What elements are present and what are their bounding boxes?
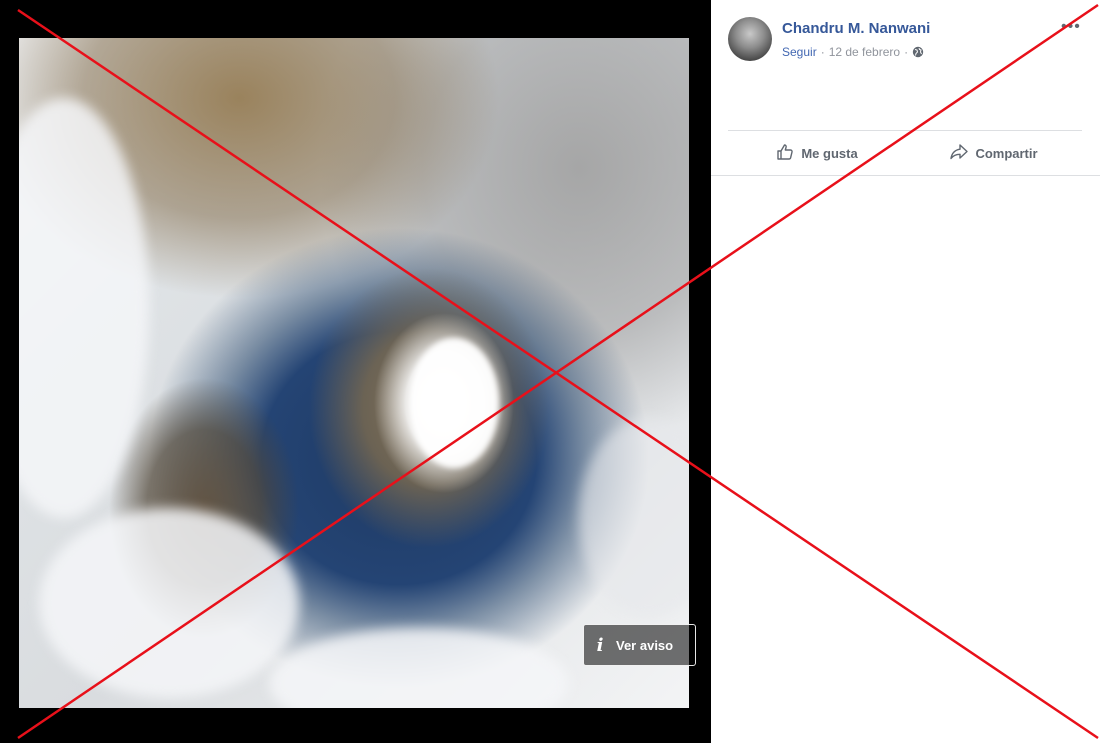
globe-icon	[912, 46, 924, 58]
thumbs-up-icon	[775, 142, 795, 165]
post-date[interactable]: 12 de febrero	[829, 45, 900, 59]
meta-separator: ·	[904, 45, 909, 59]
cloud-shape	[39, 508, 299, 698]
cloud-shape	[269, 628, 569, 708]
photo-viewer: i Ver aviso	[0, 0, 711, 743]
follow-link[interactable]: Seguir	[782, 45, 817, 59]
cloud-shape	[19, 98, 149, 518]
info-icon: i	[596, 634, 604, 656]
post-meta: Seguir · 12 de febrero ·	[782, 45, 924, 59]
cloud-shape	[579, 418, 689, 618]
share-button[interactable]: Compartir	[905, 132, 1082, 174]
share-arrow-icon	[949, 142, 969, 165]
like-button[interactable]: Me gusta	[728, 132, 905, 174]
post-actions: Me gusta Compartir	[728, 132, 1082, 174]
author-name[interactable]: Chandru M. Nanwani	[782, 20, 930, 37]
post-photo[interactable]	[19, 38, 689, 708]
more-options-button[interactable]: •••	[1061, 18, 1081, 36]
divider	[711, 175, 1100, 176]
view-notice-button[interactable]: i Ver aviso	[583, 624, 696, 666]
avatar[interactable]	[728, 17, 772, 61]
divider	[728, 130, 1082, 131]
share-label: Compartir	[975, 145, 1038, 161]
post-sidebar: Chandru M. Nanwani Seguir · 12 de febrer…	[711, 0, 1100, 743]
view-notice-label: Ver aviso	[616, 637, 674, 653]
meta-separator: ·	[820, 45, 825, 59]
cloud-shape	[409, 338, 499, 468]
like-label: Me gusta	[801, 145, 858, 161]
